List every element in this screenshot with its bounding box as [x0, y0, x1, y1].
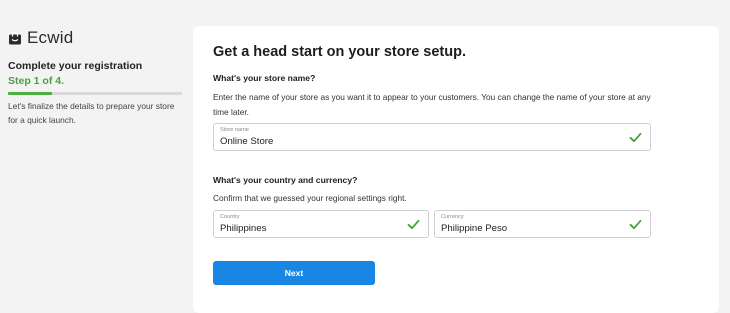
check-icon	[629, 132, 642, 143]
store-name-description: Enter the name of your store as you want…	[213, 92, 651, 117]
sidebar-description: Let's finalize the details to prepare yo…	[8, 101, 175, 125]
currency-select[interactable]: Philippine Peso	[441, 223, 507, 234]
progress-bar	[8, 92, 182, 95]
check-icon	[629, 219, 642, 230]
progress-fill	[8, 92, 52, 95]
step-indicator: Step 1 of 4.	[8, 75, 65, 87]
currency-field[interactable]: Currency Philippine Peso	[434, 210, 651, 238]
next-button[interactable]: Next	[213, 261, 375, 285]
brand-name: Ecwid	[27, 28, 74, 47]
store-name-input[interactable]: Online Store	[220, 136, 273, 147]
brand-logo: Ecwid	[8, 28, 73, 48]
country-label: Country	[220, 214, 240, 220]
store-name-field[interactable]: Store name Online Store	[213, 123, 651, 151]
country-select[interactable]: Philippines	[220, 223, 266, 234]
setup-card: Get a head start on your store setup. Wh…	[193, 26, 719, 313]
store-name-question: What's your store name?	[213, 73, 316, 83]
region-description: Confirm that we guessed your regional se…	[213, 193, 407, 203]
shopping-bag-icon	[9, 31, 21, 45]
currency-label: Currency	[441, 214, 464, 220]
registration-title: Complete your registration	[8, 60, 143, 72]
country-field[interactable]: Country Philippines	[213, 210, 429, 238]
region-question: What's your country and currency?	[213, 175, 358, 185]
page-title: Get a head start on your store setup.	[213, 44, 466, 60]
store-name-label: Store name	[220, 127, 249, 133]
check-icon	[407, 219, 420, 230]
